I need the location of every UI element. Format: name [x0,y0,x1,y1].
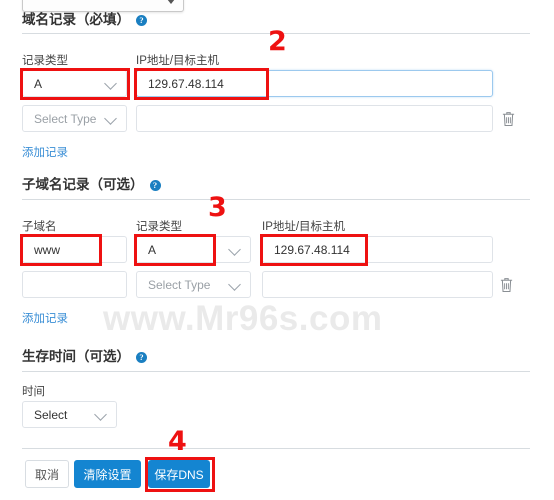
chevron-down-icon [228,277,241,291]
subdomain-ip-host-input-row2[interactable] [262,271,493,298]
trash-icon-row2-subdomain[interactable] [499,276,514,293]
section-title-domain-records: 域名记录（必填）? [22,8,147,28]
cancel-button[interactable]: 取消 [25,460,69,488]
subdomain-ip-host-value-row1: 129.67.48.114 [274,242,350,257]
ip-host-input-row1[interactable]: 129.67.48.114 [136,70,493,97]
add-record-link-domain[interactable]: 添加记录 [22,144,68,160]
ip-host-value-row1: 129.67.48.114 [148,76,224,91]
chevron-down-icon [104,76,117,90]
subdomain-input-row1[interactable]: www [22,236,127,263]
annotation-number-2: 2 [268,26,287,57]
ip-host-input-row2[interactable] [136,105,493,132]
column-label-record-type-2: 记录类型 [136,221,182,233]
save-dns-button[interactable]: 保存DNS [148,460,210,488]
dns-settings-panel: www.Mr96s.com 域名记录（必填）? 记录类型 IP地址/目标主机 A… [0,0,554,500]
section-divider-2 [22,199,530,200]
footer-divider [22,448,530,449]
column-label-time: 时间 [22,386,45,398]
section-title-subdomain-records: 子域名记录（可选）? [22,173,161,193]
ttl-select[interactable]: Select [22,401,117,428]
record-type-value-row1: A [34,76,43,91]
site-watermark: www.Mr96s.com [103,299,383,338]
column-label-subdomain: 子域名 [22,221,57,233]
subdomain-record-type-value-row1: A [148,242,157,257]
column-label-ip-host-2: IP地址/目标主机 [262,221,346,233]
trash-icon-row2-domain[interactable] [501,110,516,127]
record-type-value-row2: Select Type [34,111,97,126]
section-title-ttl: 生存时间（可选）? [22,345,147,365]
chevron-down-icon [228,242,241,256]
ttl-select-value: Select [34,407,68,422]
question-mark-icon[interactable]: ? [136,352,147,363]
annotation-number-3: 3 [208,192,227,223]
section-divider-3 [22,371,530,372]
record-type-select-row2[interactable]: Select Type [22,105,127,132]
chevron-down-icon [94,407,107,421]
annotation-number-4: 4 [168,426,187,457]
subdomain-record-type-select-row1[interactable]: A [136,236,251,263]
chevron-down-icon [104,111,117,125]
subdomain-input-row2[interactable] [22,271,127,298]
add-record-link-subdomain[interactable]: 添加记录 [22,310,68,326]
question-mark-icon[interactable]: ? [149,180,161,191]
triangle-down-icon [167,0,175,4]
column-label-ip-host-1: IP地址/目标主机 [136,55,220,67]
subdomain-ip-host-input-row1[interactable]: 129.67.48.114 [262,236,493,263]
column-label-record-type-1: 记录类型 [22,55,68,67]
subdomain-record-type-select-row2[interactable]: Select Type [136,271,251,298]
subdomain-record-type-value-row2: Select Type [148,277,211,292]
subdomain-value-row1: www [34,242,60,257]
record-type-select-row1[interactable]: A [22,70,127,97]
question-mark-icon[interactable]: ? [136,15,147,26]
clear-settings-button[interactable]: 清除设置 [74,460,141,488]
